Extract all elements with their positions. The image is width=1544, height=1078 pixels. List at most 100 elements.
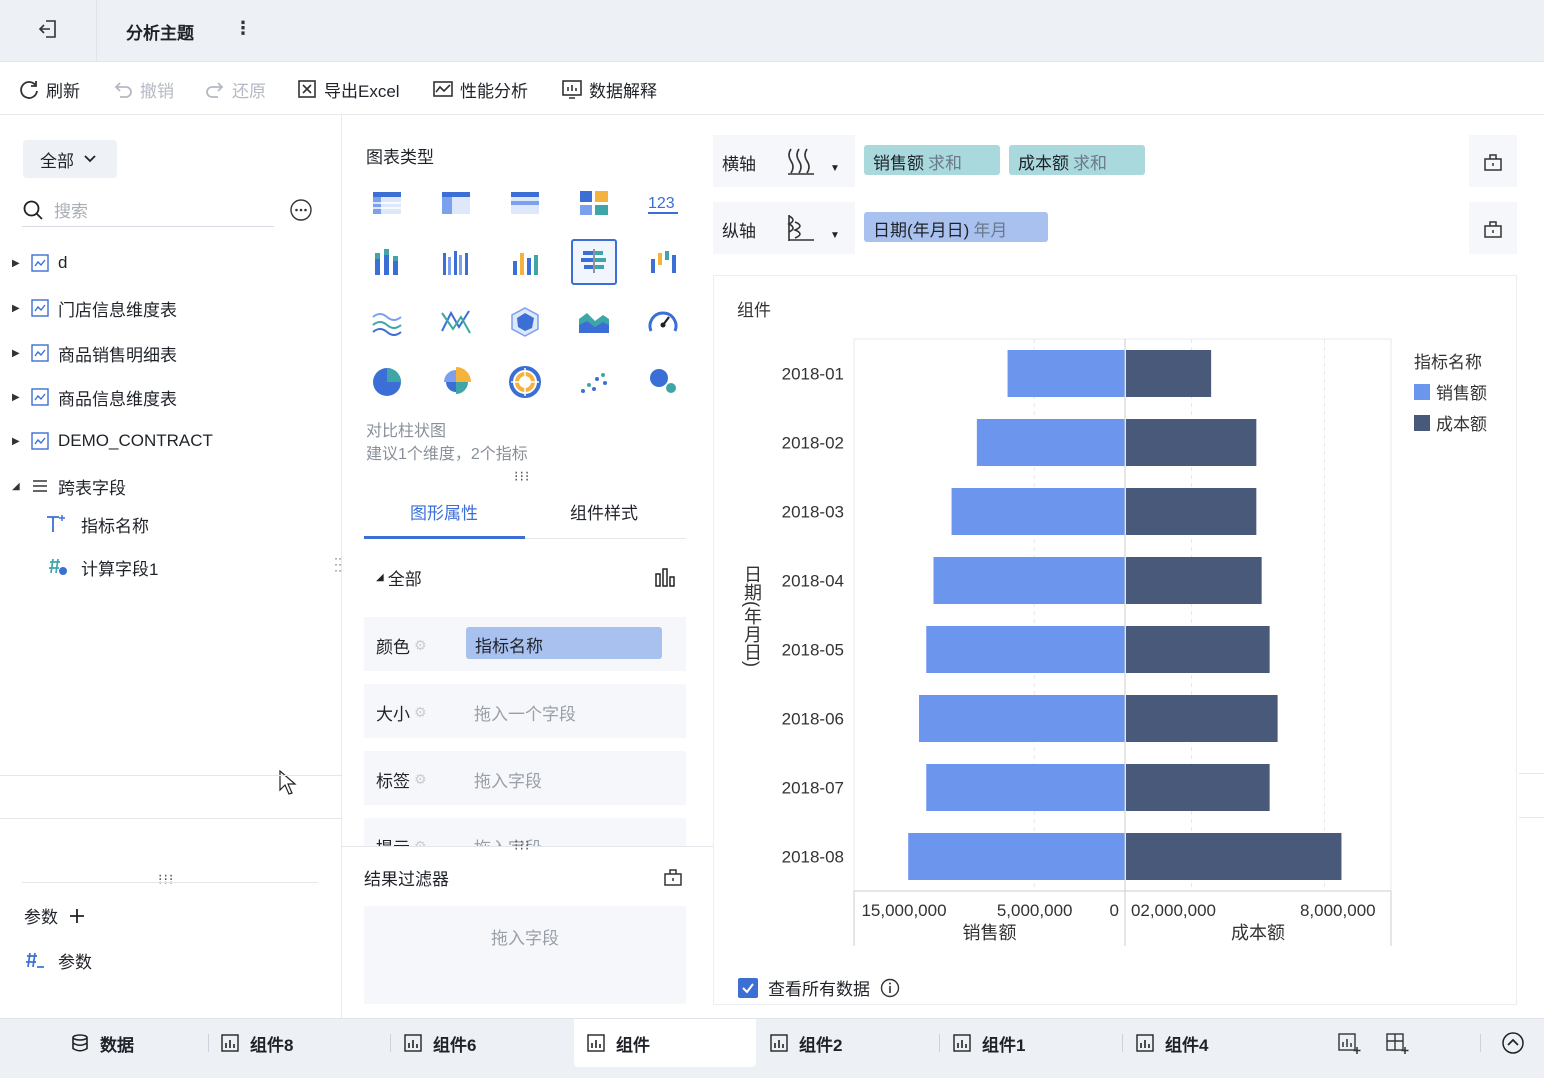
info-icon[interactable] <box>880 978 900 998</box>
chart-type-group-bar[interactable] <box>433 239 479 285</box>
axis-dropdown-icon[interactable]: ▼ <box>830 163 840 174</box>
more-menu-icon[interactable]: ⋮ <box>234 18 252 39</box>
chart-type-rose[interactable] <box>433 359 479 405</box>
filter-drop-zone[interactable]: 拖入字段 <box>364 906 686 1004</box>
add-component-icon[interactable] <box>1337 1031 1361 1055</box>
y-axis-field-zone[interactable]: 日期(年月日) 年月 <box>855 202 1469 254</box>
legend-item-cost[interactable]: 成本额 <box>1414 410 1487 435</box>
table-item-demo-contract[interactable]: ▶ DEMO_CONTRACT <box>12 428 213 454</box>
chart-type-kpi[interactable] <box>571 180 617 226</box>
see-all-checkbox[interactable] <box>738 977 758 998</box>
expand-caret-icon[interactable]: ▶ <box>12 348 22 359</box>
more-options-icon[interactable] <box>290 199 312 221</box>
chart-type-radar[interactable] <box>502 299 548 345</box>
chart-type-bar[interactable] <box>502 239 548 285</box>
data-explain-label: 数据解释 <box>589 81 657 101</box>
redo-button[interactable]: 还原 <box>204 77 266 101</box>
expand-caret-icon[interactable]: ▶ <box>12 392 22 403</box>
tab-component-8[interactable]: 组件8 <box>220 1019 293 1067</box>
tab-data[interactable]: 数据 <box>70 1019 134 1067</box>
tick-label: 0 <box>1131 901 1140 920</box>
table-item-sales-detail[interactable]: ▶ 商品销售明细表 <box>12 340 177 366</box>
undo-button[interactable]: 撤销 <box>112 77 174 101</box>
table-item-d[interactable]: ▶ d <box>12 250 67 276</box>
expand-caret-icon[interactable]: ▶ <box>12 258 22 269</box>
legend-item-sales[interactable]: 销售额 <box>1414 379 1487 404</box>
panel-resize-handle[interactable]: ·· ·· ·· <box>334 552 342 576</box>
chart-type-area[interactable] <box>571 299 617 345</box>
exit-icon[interactable] <box>37 18 59 40</box>
x-axis-field-zone[interactable]: 销售额 求和 成本额 求和 <box>855 135 1469 187</box>
chart-type-gauge[interactable] <box>640 299 686 345</box>
cross-table-fields[interactable]: ◢ 跨表字段 <box>12 473 126 499</box>
divider <box>0 775 342 776</box>
chart-type-label: 图表类型 <box>366 148 434 167</box>
prop-color-row[interactable]: 颜色 ⚙ 指标名称 <box>364 617 686 671</box>
export-excel-button[interactable]: 导出Excel <box>296 77 400 101</box>
chart-type-number[interactable]: 123 <box>640 180 686 226</box>
right-axis-title: 成本额 <box>1231 923 1285 943</box>
x-field-pill-cost[interactable]: 成本额 求和 <box>1009 145 1145 175</box>
chart-type-stacked-bar[interactable] <box>364 239 410 285</box>
gear-icon[interactable]: ⚙ <box>414 771 427 788</box>
chart-type-radar-line[interactable] <box>433 299 479 345</box>
lock-icon[interactable] <box>1482 150 1504 172</box>
param-icon <box>26 952 44 968</box>
gear-icon[interactable]: ⚙ <box>414 637 427 654</box>
chart-type-range-bar[interactable] <box>640 239 686 285</box>
lock-icon[interactable] <box>662 865 684 887</box>
chart-type-comparison-bar[interactable] <box>571 239 617 285</box>
tab-graphic-properties[interactable]: 图形属性 <box>364 499 524 524</box>
prop-label-wrap: 提示 ⚙ <box>376 834 427 846</box>
refresh-button[interactable]: 刷新 <box>18 77 80 101</box>
tab-component-1[interactable]: 组件1 <box>952 1019 1025 1067</box>
prop-label-row[interactable]: 标签 ⚙ 拖入字段 <box>364 751 686 805</box>
x-field-pill-sales[interactable]: 销售额 求和 <box>864 145 1000 175</box>
tab-component-2[interactable]: 组件2 <box>769 1019 842 1067</box>
chevron-up-circle-icon[interactable] <box>1501 1031 1525 1055</box>
add-param-icon[interactable] <box>68 907 86 925</box>
chart-type-pie[interactable] <box>364 359 410 405</box>
chart-type-line[interactable] <box>364 299 410 345</box>
data-explain-button[interactable]: 数据解释 <box>561 77 657 101</box>
param-item[interactable]: 参数 <box>22 948 92 973</box>
section-resize-handle[interactable]: ⁝⁝⁝ <box>514 468 530 485</box>
search-input[interactable]: 搜索 <box>22 193 274 227</box>
table-item-store-dimension[interactable]: ▶ 门店信息维度表 <box>12 295 177 321</box>
table-item-product-dimension[interactable]: ▶ 商品信息维度表 <box>12 384 177 410</box>
chart-type-scatter[interactable] <box>571 359 617 405</box>
add-dashboard-icon[interactable] <box>1385 1031 1409 1055</box>
axis-swap-icon[interactable] <box>785 212 817 244</box>
chart-type-group-table[interactable] <box>433 180 479 226</box>
scope-dropdown[interactable]: 全部 <box>23 140 117 178</box>
tab-component-active[interactable]: 组件 <box>574 1019 756 1067</box>
collapse-caret-icon[interactable]: ◢ <box>12 481 22 492</box>
bar-chart-toggle-icon[interactable] <box>654 565 678 589</box>
field-calculated-1[interactable]: 计算字段1 <box>45 554 158 580</box>
chart-type-detail-table[interactable] <box>502 180 548 226</box>
field-metric-name[interactable]: 指标名称 <box>45 511 149 537</box>
tab-component-4[interactable]: 组件4 <box>1135 1019 1208 1067</box>
performance-button[interactable]: 性能分析 <box>432 77 528 101</box>
gear-icon[interactable]: ⚙ <box>414 704 427 721</box>
list-icon <box>33 480 47 492</box>
tab-component-6[interactable]: 组件6 <box>403 1019 476 1067</box>
section-resize-handle[interactable]: ⁝⁝⁝ <box>158 871 174 888</box>
expand-caret-icon[interactable]: ▶ <box>12 436 22 447</box>
axis-swap-icon[interactable] <box>785 145 817 177</box>
prop-size-row[interactable]: 大小 ⚙ 拖入一个字段 <box>364 684 686 738</box>
color-field-chip[interactable]: 指标名称 <box>466 627 662 659</box>
y-field-pill-date[interactable]: 日期(年月日) 年月 <box>864 212 1048 242</box>
chart-type-bubble[interactable] <box>640 359 686 405</box>
performance-label: 性能分析 <box>460 81 528 101</box>
all-properties-toggle[interactable]: ◢ 全部 <box>376 565 422 590</box>
axis-dropdown-icon[interactable]: ▼ <box>830 230 840 241</box>
gear-icon[interactable]: ⚙ <box>414 838 427 846</box>
expand-caret-icon[interactable]: ▶ <box>12 303 22 314</box>
lock-icon[interactable] <box>1482 217 1504 239</box>
comparison-bar-chart[interactable]: 2018-01 2018-02 2018-03 2018-04 2018-05 2018-… <box>714 316 1404 956</box>
chart-type-multi-pie[interactable] <box>502 359 548 405</box>
tab-component-style[interactable]: 组件样式 <box>524 499 684 524</box>
active-tab-indicator <box>364 536 525 539</box>
chart-type-table[interactable] <box>364 180 410 226</box>
